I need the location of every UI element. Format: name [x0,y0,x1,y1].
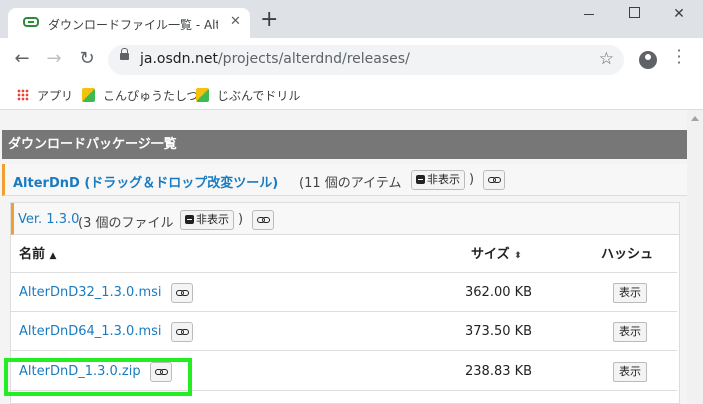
show-hash-button[interactable]: 表示 [613,322,647,342]
file-link-msi32[interactable]: AlterDnD32_1.3.0.msi [19,285,162,300]
bookmark-apps[interactable]: アプリ [17,87,73,104]
hide-label: 非表示 [427,173,460,186]
scroll-up-arrow-icon[interactable] [691,116,699,121]
package-item-count: (11 個のアイテム [299,176,402,191]
tab-title: ダウンロードファイル一覧 - AlterDnD - OSDN [48,18,218,32]
sort-asc-icon: ▲ [49,251,57,261]
column-header-name[interactable]: 名前 ▲ [19,243,56,262]
address-bar[interactable]: ja.osdn.net/projects/alterdnd/releases/ … [108,45,624,75]
show-hash-button[interactable]: 表示 [613,283,647,303]
divider [11,272,677,273]
maximize-icon [628,7,640,18]
forward-arrow-icon[interactable]: → [42,48,66,69]
column-header-hash: ハッシュ [601,247,654,262]
url-text[interactable]: ja.osdn.net/projects/alterdnd/releases/ [140,51,410,67]
url-host: ja.osdn.net [140,51,218,67]
more-menu-icon[interactable]: · · · [674,43,684,71]
file-size: 238.83 KB [465,364,533,379]
link-icon [488,177,501,183]
profile-avatar-icon[interactable] [639,51,657,69]
apps-grid-icon [17,89,29,101]
col-size-label: サイズ [471,247,510,262]
package-hide-button[interactable]: 非表示 [411,170,465,190]
file-size: 362.00 KB [465,285,533,300]
link-icon [176,290,189,296]
release-file-count: (3 個のファイル [78,216,174,231]
divider [11,311,677,312]
url-path: /projects/alterdnd/releases/ [217,51,410,67]
col-name-label: 名前 [19,247,46,262]
browser-toolbar: ← → ↻ ja.osdn.net/projects/alterdnd/rele… [0,38,703,82]
bookmark-star-icon[interactable]: ☆ [599,49,614,69]
release-row: Ver. 1.3.0 (3 個のファイル 非表示 ) [11,203,679,235]
close-window-button[interactable]: ✕ [664,6,694,22]
file-link-msi64[interactable]: AlterDnD64_1.3.0.msi [19,324,162,339]
highlight-box [4,358,192,396]
bookmark-label: こんぴゅうたしつ [103,89,199,103]
minimize-icon [584,13,594,15]
show-hash-button[interactable]: 表示 [613,362,647,382]
close-paren: ) [469,172,475,187]
package-name-link[interactable]: AlterDnD (ドラッグ＆ドロップ改変ツール) [13,172,278,191]
column-header-size[interactable]: サイズ ⬍ [471,243,522,262]
minus-icon [416,175,425,184]
new-tab-button[interactable]: + [260,9,278,31]
package-permalink-button[interactable] [483,170,505,190]
bookmark-favicon-icon [196,88,209,102]
bookmark-label: じぶんでドリル [217,89,301,103]
page-scrollbar[interactable] [687,110,703,404]
back-arrow-icon[interactable]: ← [10,48,34,69]
file-permalink-button[interactable] [171,283,193,303]
hide-label: 非表示 [196,213,229,226]
bookmark-computer-room[interactable]: こんぴゅうたしつ [82,87,198,104]
tab-close-icon[interactable]: ✕ [230,14,241,29]
file-permalink-button[interactable] [171,322,193,342]
section-header: ダウンロードパッケージ一覧 [2,130,687,159]
sort-both-icon: ⬍ [514,251,522,261]
osdn-favicon-icon [23,17,39,27]
release-hide-button[interactable]: 非表示 [180,210,234,230]
lock-icon [120,48,129,60]
close-paren: ) [238,212,244,227]
bookmarks-bar: アプリ こんぴゅうたしつ じぶんでドリル [0,82,703,110]
bookmark-favicon-icon [82,88,95,102]
bookmark-label: アプリ [37,89,74,103]
file-size: 373.50 KB [465,324,533,339]
minus-icon [185,215,194,224]
package-row: AlterDnD (ドラッグ＆ドロップ改変ツール) (11 個のアイテム 非表示… [2,164,687,196]
browser-tab[interactable]: ダウンロードファイル一覧 - AlterDnD - OSDN ✕ [8,8,250,38]
maximize-button[interactable] [619,6,649,22]
reload-icon[interactable]: ↻ [75,48,99,69]
release-permalink-button[interactable] [252,210,274,230]
link-icon [257,217,270,223]
title-bar: ダウンロードファイル一覧 - AlterDnD - OSDN ✕ + ✕ [0,0,703,38]
bookmark-drill[interactable]: じぶんでドリル [196,87,300,104]
divider [11,350,677,351]
minimize-button[interactable] [574,6,604,22]
link-icon [176,329,189,335]
release-name-link[interactable]: Ver. 1.3.0 [18,212,79,227]
